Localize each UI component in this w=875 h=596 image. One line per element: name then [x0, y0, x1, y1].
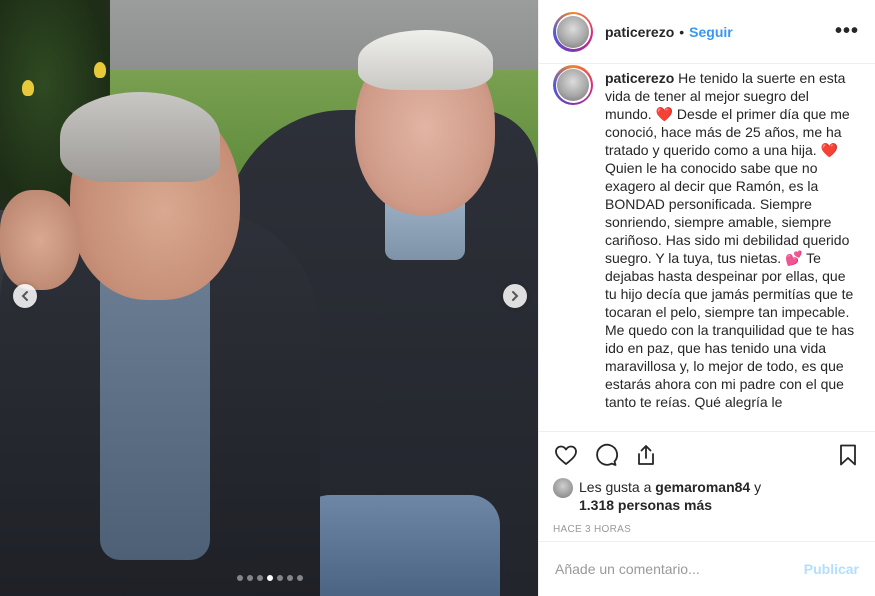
avatar[interactable] [553, 11, 593, 52]
action-icons-row [553, 432, 861, 478]
caption-text: paticerezo He tenido la suerte en esta v… [605, 69, 855, 431]
photo-flower [22, 80, 34, 96]
heart-emoji: ❤️ [655, 106, 674, 122]
photo-man-left-shirt [100, 260, 210, 560]
likes-text-line: Les gusta a gemaroman84 y [579, 478, 761, 496]
avatar[interactable] [553, 65, 593, 105]
carousel-dot[interactable] [297, 575, 303, 581]
post-timestamp[interactable]: HACE 3 HORAS [553, 524, 861, 535]
likes-conjunction: y [754, 479, 762, 495]
likes-summary: Les gusta a gemaroman84 y 1.318 personas… [553, 478, 861, 514]
carousel-dot[interactable] [277, 575, 283, 581]
chevron-right-icon [512, 291, 519, 301]
share-button[interactable] [633, 442, 659, 468]
avatar-ring [555, 67, 591, 103]
comment-input[interactable] [555, 561, 804, 577]
bookmark-icon [840, 444, 856, 466]
separator-dot: • [679, 23, 685, 40]
likes-others-link[interactable]: 1.318 personas más [579, 496, 761, 514]
save-button[interactable] [835, 442, 861, 468]
avatar-ring [555, 14, 591, 49]
share-icon [638, 445, 654, 465]
add-comment-section: Publicar [539, 541, 875, 596]
like-button[interactable] [553, 442, 579, 468]
heart-emoji: ❤️ [820, 142, 839, 158]
post-photo[interactable] [0, 0, 538, 596]
chevron-left-icon [21, 291, 28, 301]
carousel-dot[interactable] [237, 575, 243, 581]
heart-icon [555, 445, 577, 465]
more-options-icon[interactable]: ••• [835, 20, 859, 43]
likes-text-block: Les gusta a gemaroman84 y 1.318 personas… [579, 478, 761, 514]
carousel-dots [237, 575, 303, 581]
post-side-panel: paticerezo • Seguir ••• paticerezo He te… [538, 0, 875, 596]
post-actions: Les gusta a gemaroman84 y 1.318 personas… [539, 431, 875, 535]
comment-icon [596, 443, 618, 466]
carousel-next-button[interactable] [503, 284, 527, 308]
carousel-dot[interactable] [257, 575, 263, 581]
post-header: paticerezo • Seguir ••• [539, 0, 875, 64]
photo-jeans [300, 495, 500, 596]
avatar-image [557, 69, 589, 101]
avatar-image [557, 15, 589, 48]
comment-button[interactable] [593, 442, 619, 468]
carousel-dot[interactable] [267, 575, 273, 581]
publish-button[interactable]: Publicar [804, 561, 859, 577]
caption-part: Te dejabas hasta despeinar por ellas, qu… [605, 250, 855, 410]
carousel-dot[interactable] [287, 575, 293, 581]
caption: paticerezo He tenido la suerte en esta v… [539, 65, 875, 431]
liker-avatar[interactable] [553, 478, 573, 498]
hearts-emoji: 💕 [785, 250, 803, 266]
username-link[interactable]: paticerezo [605, 24, 674, 40]
photo-man-right-hair [358, 30, 493, 90]
photo-man-left-hair [60, 92, 220, 182]
photo-flower [94, 62, 106, 78]
caption-username-link[interactable]: paticerezo [605, 70, 674, 86]
photo-hand [0, 190, 80, 290]
carousel-prev-button[interactable] [13, 284, 37, 308]
carousel-dot[interactable] [247, 575, 253, 581]
liker-username-link[interactable]: gemaroman84 [655, 479, 750, 495]
likes-prefix: Les gusta a [579, 479, 652, 495]
follow-button[interactable]: Seguir [689, 24, 733, 40]
